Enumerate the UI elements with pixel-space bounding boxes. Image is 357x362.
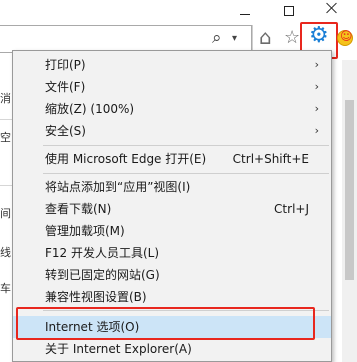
close-icon[interactable] — [324, 0, 340, 18]
menu-item-view-downloads[interactable]: 查看下载(N) Ctrl+J — [13, 198, 331, 220]
internet-options-highlight-box — [16, 307, 315, 340]
scrollbar-thumb[interactable] — [345, 100, 354, 280]
menu-item-open-in-edge[interactable]: 使用 Microsoft Edge 打开(E) Ctrl+Shift+E — [13, 148, 331, 170]
menu-item-dev-tools[interactable]: F12 开发人员工具(L) — [13, 242, 331, 264]
chevron-right-icon: › — [314, 58, 319, 71]
menu-item-label: 查看下载(N) — [45, 202, 112, 216]
page-text-fragment: 空 — [0, 131, 11, 144]
menu-item-file[interactable]: 文件(F) › — [13, 76, 331, 98]
page-text-fragment: 线 — [0, 246, 11, 259]
minimize-icon[interactable] — [240, 14, 250, 15]
page-text-fragment: 间 — [0, 207, 11, 220]
menu-item-label: 打印(P) — [45, 58, 86, 72]
chevron-down-icon[interactable]: ▾ — [232, 33, 237, 44]
chevron-right-icon: › — [314, 80, 319, 93]
menu-item-label: 安全(S) — [45, 124, 86, 138]
menu-item-compatibility-view[interactable]: 兼容性视图设置(B) — [13, 286, 331, 308]
menu-item-label: F12 开发人员工具(L) — [45, 246, 160, 260]
menu-separator — [43, 173, 329, 174]
feedback-face-icon: ☺ — [340, 29, 353, 43]
maximize-icon[interactable] — [284, 6, 294, 16]
page-text-fragment: 消 — [0, 92, 11, 105]
menu-item-label: 缩放(Z) (100%) — [45, 102, 135, 116]
menu-item-print[interactable]: 打印(P) › — [13, 54, 331, 76]
menu-item-manage-addons[interactable]: 管理加载项(M) — [13, 220, 331, 242]
menu-item-label: 关于 Internet Explorer(A) — [45, 342, 192, 356]
menu-item-add-to-apps[interactable]: 将站点添加到“应用”视图(I) — [13, 176, 331, 198]
menu-item-shortcut: Ctrl+Shift+E — [232, 152, 309, 166]
menu-item-label: 转到已固定的网站(G) — [45, 268, 160, 282]
menu-item-pinned-sites[interactable]: 转到已固定的网站(G) — [13, 264, 331, 286]
menu-item-about-ie[interactable]: 关于 Internet Explorer(A) — [13, 338, 331, 360]
menu-item-shortcut: Ctrl+J — [274, 202, 309, 216]
scrollbar[interactable] — [342, 60, 357, 362]
menu-item-label: 使用 Microsoft Edge 打开(E) — [45, 152, 207, 166]
page-text-fragment: 车 — [0, 282, 11, 295]
menu-item-label: 将站点添加到“应用”视图(I) — [45, 180, 191, 194]
menu-item-label: 文件(F) — [45, 80, 86, 94]
search-icon[interactable]: ⌕ — [212, 28, 222, 48]
menu-item-label: 兼容性视图设置(B) — [45, 290, 147, 304]
favorites-icon[interactable]: ☆ — [284, 27, 300, 48]
menu-item-safety[interactable]: 安全(S) › — [13, 120, 331, 142]
menu-separator — [43, 145, 329, 146]
gear-icon[interactable]: ⚙ — [309, 23, 329, 48]
toolbar-divider — [252, 25, 253, 53]
chevron-right-icon: › — [314, 102, 319, 115]
chevron-right-icon: › — [314, 124, 319, 137]
menu-item-zoom[interactable]: 缩放(Z) (100%) › — [13, 98, 331, 120]
menu-item-label: 管理加载项(M) — [45, 224, 125, 238]
home-icon[interactable]: ⌂ — [259, 25, 272, 49]
